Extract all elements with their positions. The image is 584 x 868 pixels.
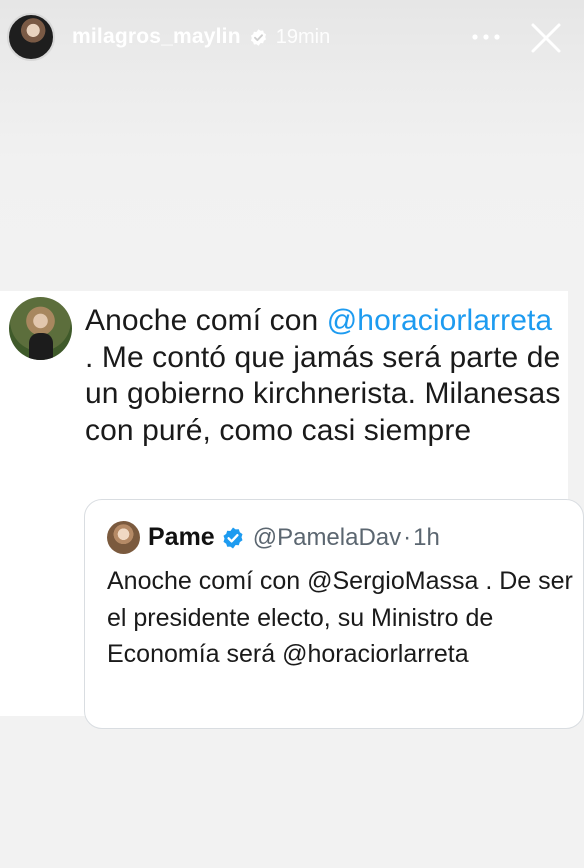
quoted-tweet-text: Anoche comí con @SergioMassa . De ser el… [107,567,573,668]
tweet-text-part-2: . Me contó que jamás será parte de un go… [85,340,561,447]
tweet-text: Anoche comí con @horaciorlarreta . Me co… [85,303,561,449]
quoted-author-avatar [107,521,140,554]
quoted-tweet[interactable]: Pame @PamelaDav · 1h Anoche comí con @Se… [84,499,584,729]
story-user-avatar[interactable] [7,13,55,61]
tweet-author-avatar [9,297,72,360]
mention-link[interactable]: @horaciorlarreta [327,304,552,337]
quoted-timestamp: 1h [413,523,440,551]
quoted-tweet-header: Pame @PamelaDav · 1h [107,521,440,554]
verified-badge-icon [223,527,243,548]
close-icon[interactable] [529,21,563,55]
story-user-info: milagros_maylin 19min [72,25,330,49]
quoted-author-name: Pame [148,523,215,551]
story-header: milagros_maylin 19min [0,0,584,76]
verified-badge-icon [250,28,266,46]
separator-dot: · [403,523,412,551]
story-timestamp: 19min [275,25,331,48]
more-options-icon [472,34,500,40]
story-username[interactable]: milagros_maylin [72,25,241,49]
tweet-card[interactable]: Anoche comí con @horaciorlarreta . Me co… [0,291,584,729]
quoted-author-handle: @PamelaDav [252,523,402,551]
tweet-text-part-1: Anoche comí con [85,304,327,337]
more-options-button[interactable] [468,26,504,48]
